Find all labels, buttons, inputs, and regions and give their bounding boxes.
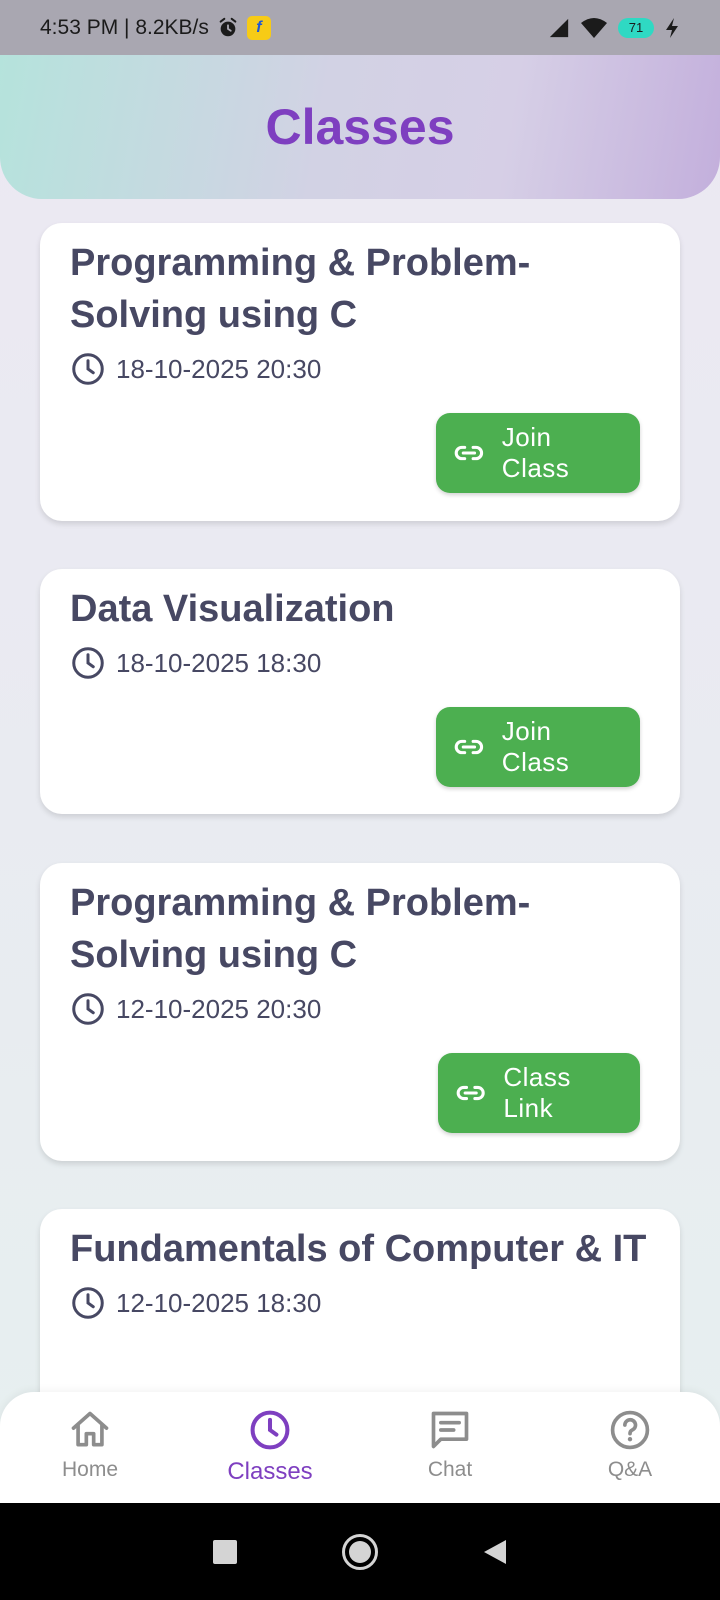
nav-qa[interactable]: Q&A xyxy=(560,1408,700,1482)
class-link-label: Class Link xyxy=(503,1062,571,1123)
link-icon xyxy=(454,739,484,755)
nav-home-label: Home xyxy=(61,1458,119,1481)
battery-indicator: 71 xyxy=(618,17,654,38)
chat-icon xyxy=(431,1411,469,1449)
charging-icon xyxy=(666,17,678,38)
class-time: 12-10-2025 20:30 xyxy=(70,991,650,1027)
clock-icon xyxy=(72,993,104,1025)
join-class-button[interactable]: Join Class xyxy=(436,707,640,787)
status-left: 4:53 PM | 8.2KB/s f xyxy=(40,15,271,40)
join-class-label: Join Class xyxy=(501,422,570,483)
class-time: 18-10-2025 20:30 xyxy=(70,351,650,387)
join-class-label: Join Class xyxy=(501,716,570,777)
class-datetime: 18-10-2025 18:30 xyxy=(116,647,322,678)
clock-icon xyxy=(72,353,104,385)
class-title: Programming & Problem-Solving using C xyxy=(70,882,531,976)
home-icon xyxy=(71,1411,109,1447)
nav-qa-label: Q&A xyxy=(607,1458,653,1481)
recents-icon[interactable] xyxy=(212,1539,238,1565)
page-header: Classes xyxy=(0,55,720,199)
nav-chat[interactable]: Chat xyxy=(380,1408,520,1482)
class-time: 18-10-2025 18:30 xyxy=(70,645,650,681)
status-right: 71 xyxy=(548,17,680,39)
class-card: Programming & Problem-Solving using C 18… xyxy=(40,223,680,521)
link-icon xyxy=(456,1085,485,1101)
page-title: Classes xyxy=(265,99,455,155)
system-nav-bar xyxy=(0,1503,720,1600)
bottom-nav: Home Classes Chat Q&A xyxy=(0,1392,720,1503)
class-card: Data Visualization 18-10-2025 18:30 Join… xyxy=(40,569,680,814)
nav-classes[interactable]: Classes xyxy=(200,1408,340,1486)
class-title: Fundamentals of Computer & IT xyxy=(70,1228,647,1270)
class-title: Programming & Problem-Solving using C xyxy=(70,242,531,336)
clock-icon xyxy=(250,1410,290,1450)
class-datetime: 18-10-2025 20:30 xyxy=(116,353,322,384)
wifi-icon xyxy=(581,17,607,38)
clock-icon xyxy=(72,1287,104,1319)
flipkart-icon: f xyxy=(246,15,271,40)
link-icon xyxy=(454,445,484,461)
nav-classes-label: Classes xyxy=(227,1458,313,1485)
class-title: Data Visualization xyxy=(70,588,395,630)
join-class-button[interactable]: Join Class xyxy=(436,413,640,493)
status-bar: 4:53 PM | 8.2KB/s f 71 xyxy=(0,0,720,55)
signal-icon xyxy=(549,18,569,37)
back-icon[interactable] xyxy=(482,1538,508,1566)
clock-icon xyxy=(72,647,104,679)
class-datetime: 12-10-2025 18:30 xyxy=(116,1287,322,1318)
class-time: 12-10-2025 18:30 xyxy=(70,1285,650,1321)
class-link-button[interactable]: Class Link xyxy=(438,1053,640,1133)
help-icon xyxy=(610,1410,650,1450)
nav-chat-label: Chat xyxy=(427,1458,473,1481)
status-time-speed: 4:53 PM | 8.2KB/s xyxy=(40,15,209,39)
alarm-icon xyxy=(219,17,237,36)
class-card: Programming & Problem-Solving using C 12… xyxy=(40,863,680,1161)
nav-home[interactable]: Home xyxy=(20,1408,160,1482)
class-datetime: 12-10-2025 20:30 xyxy=(116,993,322,1024)
home-circle-icon[interactable] xyxy=(341,1533,379,1571)
